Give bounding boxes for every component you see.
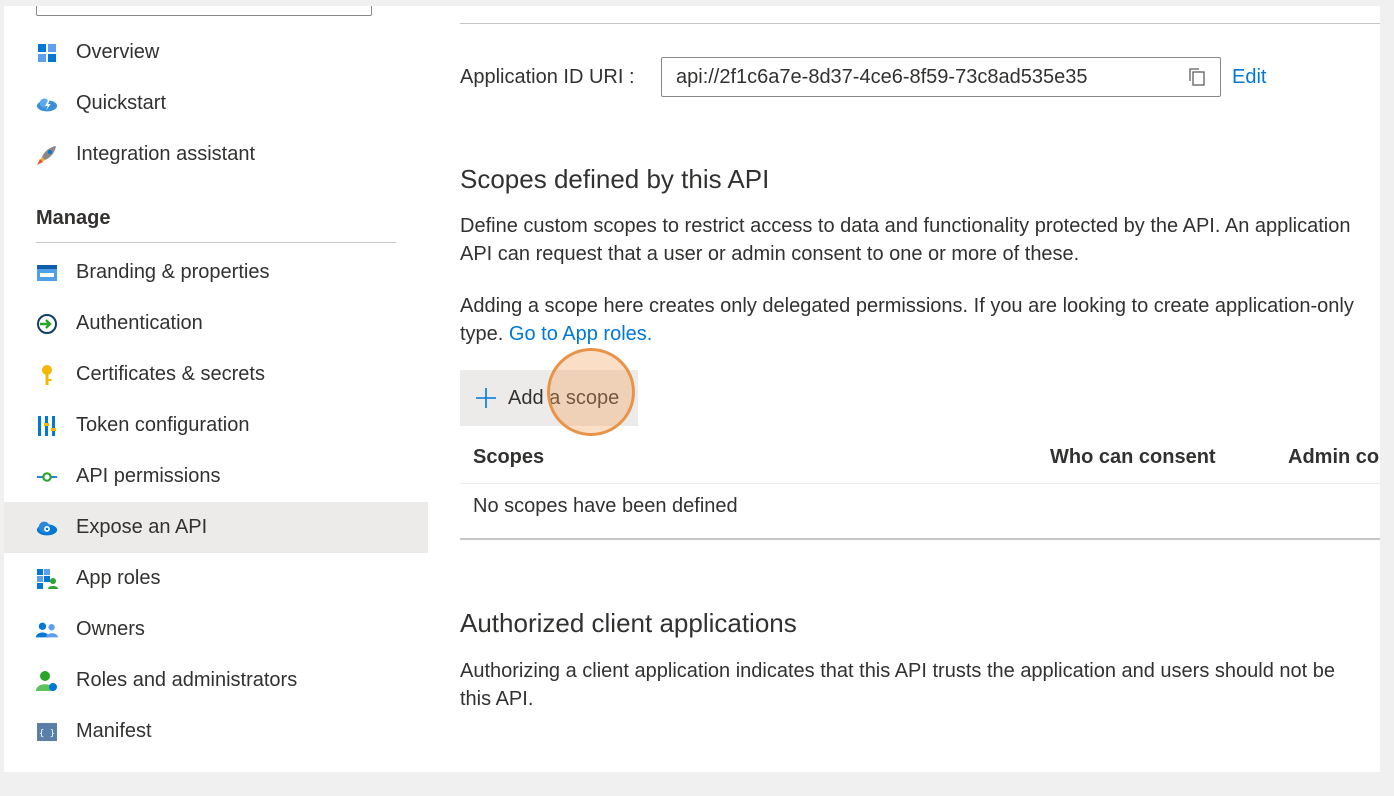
authorized-clients-heading: Authorized client applications <box>460 608 797 638</box>
sidebar-item-label: Branding & properties <box>76 261 270 283</box>
application-id-uri-field[interactable]: api://2f1c6a7e-8d37-4ce6-8f59-73c8ad535e… <box>661 57 1221 97</box>
sidebar-item-label: Overview <box>76 41 160 63</box>
section-divider <box>36 242 396 243</box>
sidebar-item-token-configuration[interactable]: Token configuration <box>4 400 428 451</box>
sidebar-item-integration-assistant[interactable]: Integration assistant <box>4 129 428 180</box>
sidebar-item-certificates-secrets[interactable]: Certificates & secrets <box>4 349 428 400</box>
sidebar-item-manifest[interactable]: { } Manifest <box>4 706 428 757</box>
add-scope-label: Add a scope <box>508 386 620 409</box>
sidebar-item-label: Manifest <box>76 720 152 742</box>
sidebar-item-label: Token configuration <box>76 414 250 436</box>
sidebar-item-roles-administrators[interactable]: Roles and administrators <box>4 655 428 706</box>
sidebar-search-box[interactable] <box>36 6 372 16</box>
sidebar-item-expose-an-api[interactable]: Expose an API <box>4 502 428 553</box>
authorized-clients-description-line2: this API. <box>460 688 534 710</box>
edit-uri-link[interactable]: Edit <box>1232 66 1266 89</box>
app-roles-icon <box>36 568 58 590</box>
overview-icon <box>36 42 58 64</box>
scopes-description-line1: Define custom scopes to restrict access … <box>460 215 1351 237</box>
sidebar: Overview Quickstart Integration assistan… <box>4 6 428 772</box>
authentication-icon <box>36 313 58 335</box>
cloud-gear-icon <box>36 517 58 539</box>
sidebar-item-label: Certificates & secrets <box>76 363 265 385</box>
sidebar-item-label: Roles and administrators <box>76 669 298 691</box>
owners-icon <box>36 619 58 641</box>
manage-section-heading: Manage <box>36 207 111 229</box>
column-header-admin-consent[interactable]: Admin co <box>1288 446 1379 469</box>
quickstart-cloud-icon <box>36 93 58 115</box>
scope-note-line2: type. Go to App roles. <box>460 320 1380 348</box>
sidebar-item-authentication[interactable]: Authentication <box>4 298 428 349</box>
scopes-heading: Scopes defined by this API <box>460 164 770 194</box>
top-divider <box>460 23 1380 24</box>
sidebar-item-label: Quickstart <box>76 92 167 114</box>
authorized-clients-description-line1: Authorizing a client application indicat… <box>460 660 1335 682</box>
sidebar-item-branding[interactable]: Branding & properties <box>4 247 428 298</box>
rocket-icon <box>36 144 58 166</box>
sidebar-item-overview[interactable]: Overview <box>4 27 428 78</box>
sidebar-item-owners[interactable]: Owners <box>4 604 428 655</box>
sidebar-item-label: Owners <box>76 618 145 640</box>
sidebar-item-quickstart[interactable]: Quickstart <box>4 78 428 129</box>
table-row: No scopes have been defined <box>460 484 1380 540</box>
scope-note-prefix: type. <box>460 323 504 345</box>
app-frame: Overview Quickstart Integration assistan… <box>4 6 1380 772</box>
token-bars-icon <box>36 415 58 437</box>
roles-admin-icon <box>36 670 58 692</box>
manifest-icon: { } <box>36 721 58 743</box>
empty-scopes-message: No scopes have been defined <box>473 495 738 517</box>
sidebar-item-label: API permissions <box>76 465 221 487</box>
application-id-uri-label: Application ID URI : <box>460 66 635 88</box>
sidebar-item-app-roles[interactable]: App roles <box>4 553 428 604</box>
column-header-scopes[interactable]: Scopes <box>473 446 544 469</box>
api-permissions-icon <box>36 466 58 488</box>
plus-icon <box>476 388 496 408</box>
scopes-table-header: Scopes Who can consent Admin co <box>460 436 1380 484</box>
main-content: Application ID URI : api://2f1c6a7e-8d37… <box>460 6 1380 772</box>
sidebar-item-label: Authentication <box>76 312 203 334</box>
sidebar-item-label: Integration assistant <box>76 143 255 165</box>
sidebar-item-api-permissions[interactable]: API permissions <box>4 451 428 502</box>
column-header-who-can-consent[interactable]: Who can consent <box>1050 446 1216 469</box>
sidebar-item-label: Expose an API <box>76 516 208 538</box>
sidebar-item-label: App roles <box>76 567 161 589</box>
scope-note-line1: Adding a scope here creates only delegat… <box>460 295 1354 317</box>
svg-text:{ }: { } <box>39 729 55 739</box>
go-to-app-roles-link[interactable]: Go to App roles. <box>509 323 652 345</box>
add-scope-button[interactable]: Add a scope <box>460 370 638 426</box>
scopes-description-line2: API can request that a user or admin con… <box>460 243 1080 265</box>
branding-icon <box>36 262 58 284</box>
key-icon <box>36 364 58 386</box>
copy-icon[interactable] <box>1188 67 1208 87</box>
application-id-uri-value: api://2f1c6a7e-8d37-4ce6-8f59-73c8ad535e… <box>676 65 1088 88</box>
